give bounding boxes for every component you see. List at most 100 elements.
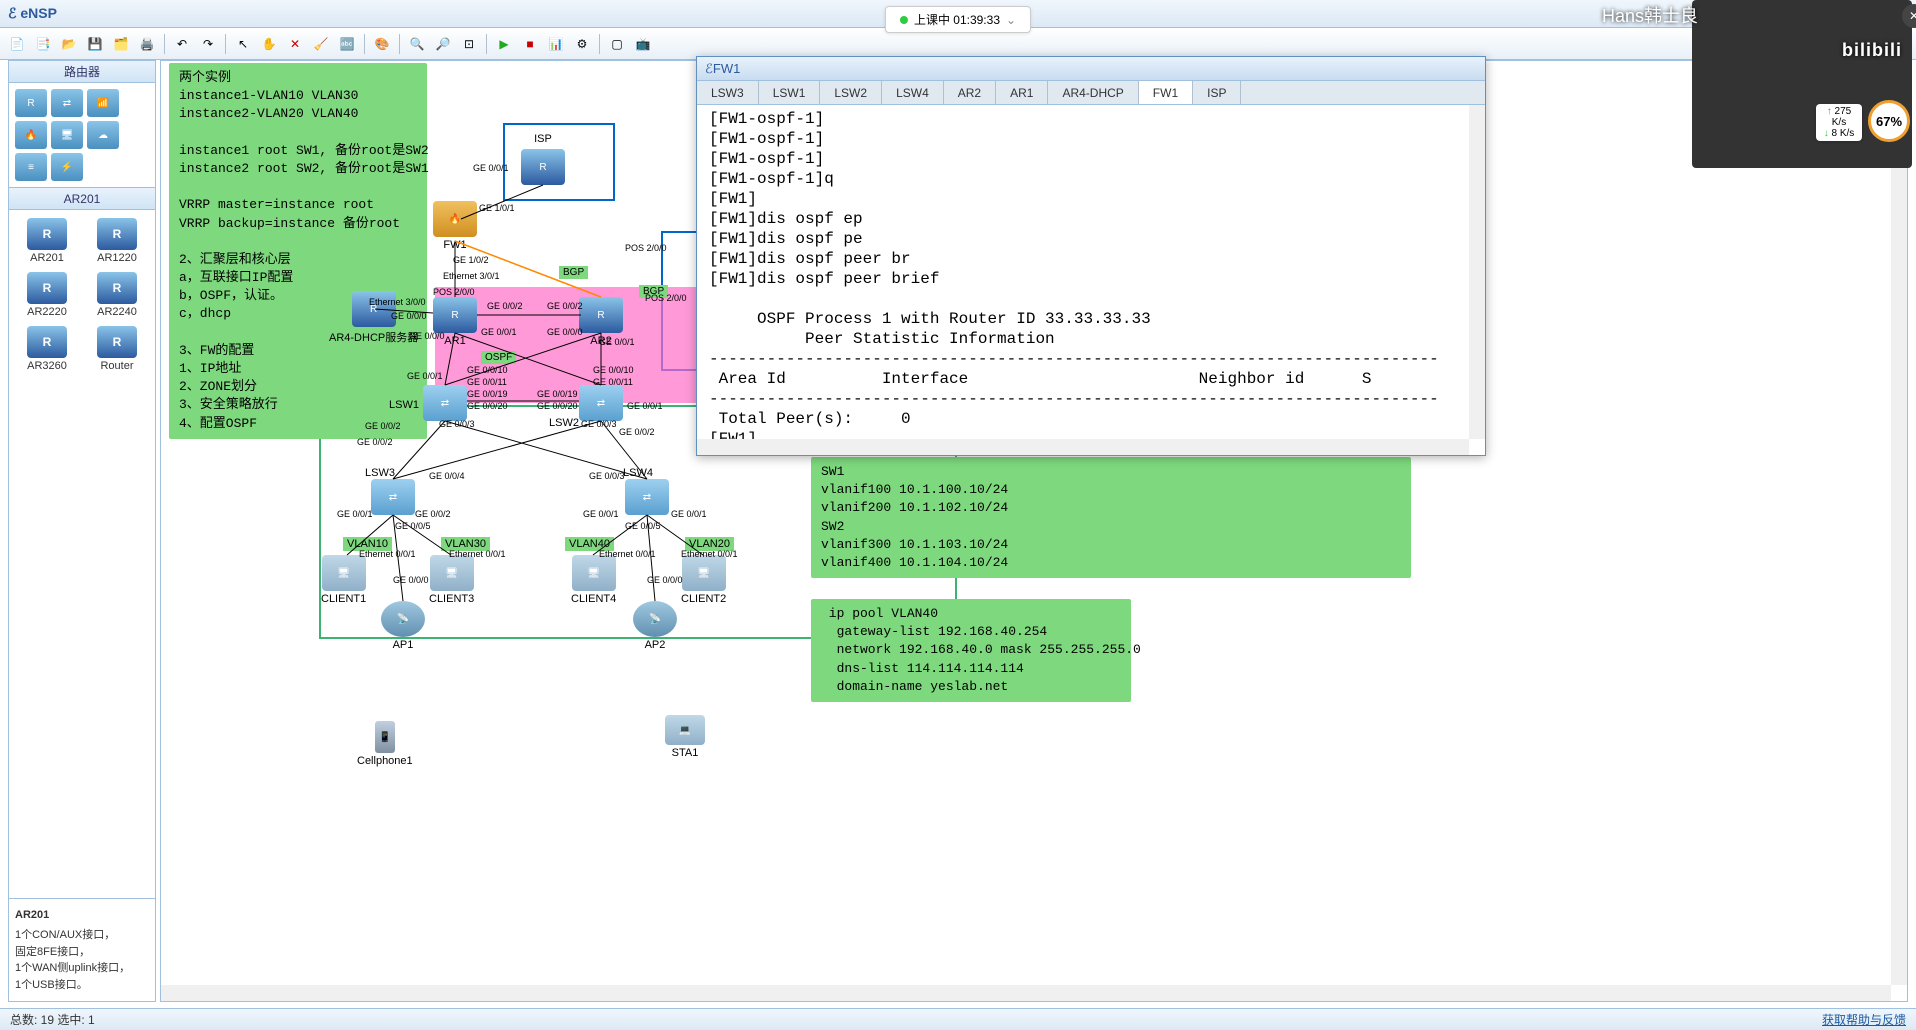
if-label: GE 0/0/10 [467, 365, 508, 375]
switch-category-icon[interactable]: ⇄ [51, 89, 83, 117]
terminal-vscroll[interactable] [1469, 105, 1485, 439]
node-lsw3[interactable]: ⇄LSW3 [371, 479, 415, 515]
status-bar: 总数: 19 选中: 1 获取帮助与反馈 [0, 1008, 1916, 1030]
tab-lsw4[interactable]: LSW4 [882, 81, 944, 104]
if-label: GE 0/0/0 [391, 311, 427, 321]
separator [599, 34, 600, 54]
device-item-ar201[interactable]: RAR201 [20, 216, 74, 266]
zoom-in-button[interactable]: 🔍 [406, 33, 428, 55]
broom-button[interactable]: 🧹 [310, 33, 332, 55]
app-title: eNSP [8, 5, 57, 22]
firewall-category-icon[interactable]: 🔥 [15, 121, 47, 149]
tab-isp[interactable]: ISP [1193, 81, 1241, 104]
node-client2[interactable]: 🖥CLIENT2 [681, 555, 726, 605]
if-label: GE 0/0/20 [537, 401, 578, 411]
canvas-vscroll[interactable] [1891, 61, 1907, 985]
if-label: GE 1/0/2 [453, 255, 489, 265]
canvas-hscroll[interactable] [161, 985, 1891, 1001]
if-label: Ethernet 0/0/1 [599, 549, 656, 559]
undo-button[interactable]: ↶ [171, 33, 193, 55]
if-label: GE 0/0/3 [589, 471, 625, 481]
config-button[interactable]: ⚙ [571, 33, 593, 55]
if-label: GE 0/0/0 [647, 575, 683, 585]
capture-button[interactable]: 📊 [545, 33, 567, 55]
node-client1[interactable]: 🖥CLIENT1 [321, 555, 366, 605]
delete-button[interactable]: ✕ [284, 33, 306, 55]
terminal-hscroll[interactable] [697, 439, 1469, 455]
if-label: GE 0/0/11 [593, 377, 633, 387]
node-client4[interactable]: 🖥CLIENT4 [571, 555, 616, 605]
redo-button[interactable]: ↷ [197, 33, 219, 55]
bgp-label: BGP [559, 266, 588, 279]
category-header: 路由器 [9, 61, 155, 83]
terminal-output[interactable]: [FW1-ospf-1] [FW1-ospf-1] [FW1-ospf-1] [… [701, 105, 1469, 439]
status-text: 上课中 01:39:33 [914, 11, 1000, 28]
progress-value: 67% [1876, 114, 1902, 129]
if-label: GE 0/0/1 [627, 401, 663, 411]
device-item-ar2240[interactable]: RAR2240 [90, 270, 144, 320]
separator [364, 34, 365, 54]
tab-lsw2[interactable]: LSW2 [820, 81, 882, 104]
open-button[interactable]: 📂 [58, 33, 80, 55]
terminal-title[interactable]: FW1 [697, 57, 1485, 81]
screen-button[interactable]: 📺 [632, 33, 654, 55]
device-grid: RAR201 RAR1220 RAR2220 RAR2240 RAR3260 R… [9, 210, 155, 380]
if-label: GE 0/0/2 [487, 301, 523, 311]
if-label: POS 2/0/0 [625, 243, 667, 253]
tab-fw1[interactable]: FW1 [1139, 81, 1193, 104]
node-lsw2[interactable]: ⇄LSW2 [579, 385, 623, 421]
device-item-router[interactable]: RRouter [90, 324, 144, 374]
router-category-icon[interactable]: R [15, 89, 47, 117]
if-label: GE 0/0/1 [671, 509, 707, 519]
pointer-button[interactable]: ↖ [232, 33, 254, 55]
separator [486, 34, 487, 54]
node-ap2[interactable]: 📡AP2 [633, 601, 677, 651]
close-webcam-button[interactable]: ✕ [1902, 4, 1916, 28]
stop-button[interactable]: ■ [519, 33, 541, 55]
terminal-window[interactable]: FW1 LSW3 LSW1 LSW2 LSW4 AR2 AR1 AR4-DHCP… [696, 56, 1486, 456]
window-button[interactable]: ▢ [606, 33, 628, 55]
recording-status[interactable]: 上课中 01:39:33 ⌄ [885, 6, 1031, 33]
chevron-down-icon: ⌄ [1006, 13, 1016, 27]
pc-category-icon[interactable]: 🖥 [51, 121, 83, 149]
cloud-category-icon[interactable]: ☁ [87, 121, 119, 149]
if-label: GE 0/0/11 [467, 377, 507, 387]
if-label: Ethernet 0/0/1 [681, 549, 738, 559]
tab-lsw1[interactable]: LSW1 [759, 81, 821, 104]
tab-ar4dhcp[interactable]: AR4-DHCP [1048, 81, 1138, 104]
ospf-label: OSPF [481, 351, 516, 364]
tab-lsw3[interactable]: LSW3 [697, 81, 759, 104]
device-item-ar3260[interactable]: RAR3260 [20, 324, 74, 374]
fit-button[interactable]: ⊡ [458, 33, 480, 55]
other-category-icon[interactable]: ≡ [15, 153, 47, 181]
node-ap1[interactable]: 📡AP1 [381, 601, 425, 651]
pan-button[interactable]: ✋ [258, 33, 280, 55]
device-item-ar2220[interactable]: RAR2220 [20, 270, 74, 320]
if-label: Ethernet 0/0/1 [359, 549, 416, 559]
if-label: GE 0/0/3 [439, 419, 475, 429]
wlan-category-icon[interactable]: 📶 [87, 89, 119, 117]
link-category-icon[interactable]: ⚡ [51, 153, 83, 181]
new-button[interactable]: 📑 [32, 33, 54, 55]
start-button[interactable]: ▶ [493, 33, 515, 55]
node-sta1[interactable]: 💻STA1 [665, 715, 705, 759]
node-lsw1[interactable]: ⇄LSW1 [423, 385, 467, 421]
new-topo-button[interactable]: 📄 [6, 33, 28, 55]
zoom-out-button[interactable]: 🔎 [432, 33, 454, 55]
save-button[interactable]: 💾 [84, 33, 106, 55]
node-fw1[interactable]: 🔥FW1 [433, 201, 477, 251]
node-cellphone1[interactable]: 📱Cellphone1 [357, 721, 413, 767]
if-label: GE 0/0/0 [409, 331, 445, 341]
webcam-overlay[interactable]: ✕ Hans韩士良 bilibili [1692, 0, 1912, 168]
progress-circle: 67% [1868, 100, 1910, 142]
help-link[interactable]: 获取帮助与反馈 [1822, 1011, 1906, 1028]
node-lsw4[interactable]: ⇄LSW4 [625, 479, 669, 515]
node-client3[interactable]: 🖥CLIENT3 [429, 555, 474, 605]
text-button[interactable]: 🔤 [336, 33, 358, 55]
print-button[interactable]: 🖨️ [136, 33, 158, 55]
tab-ar1[interactable]: AR1 [996, 81, 1048, 104]
tab-ar2[interactable]: AR2 [944, 81, 996, 104]
device-item-ar1220[interactable]: RAR1220 [90, 216, 144, 266]
palette-button[interactable]: 🎨 [371, 33, 393, 55]
save-all-button[interactable]: 🗂️ [110, 33, 132, 55]
